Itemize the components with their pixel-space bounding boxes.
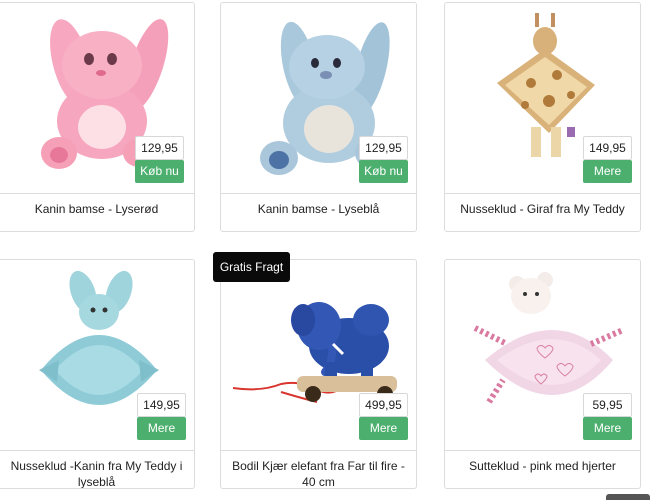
price-tag: 149,95 xyxy=(583,136,632,160)
product-name[interactable]: Nusseklud - Giraf fra My Teddy xyxy=(451,201,634,217)
price-tag: 129,95 xyxy=(359,136,408,160)
product-name[interactable]: Nusseklud -Kanin fra My Teddy i lyseblå xyxy=(5,458,188,488)
product-card[interactable]: 499,95 Mere Bodil Kjær elefant fra Far t… xyxy=(220,259,417,489)
buy-button[interactable]: Køb nu xyxy=(135,160,184,183)
product-name[interactable]: Sutteklud - pink med hjerter xyxy=(451,458,634,474)
product-card[interactable]: 59,95 Mere Sutteklud - pink med hjerter xyxy=(444,259,641,489)
more-button[interactable]: Mere xyxy=(583,417,632,440)
product-card[interactable]: 149,95 Mere Nusseklud -Kanin fra My Tedd… xyxy=(0,259,195,489)
free-shipping-badge: Gratis Fragt xyxy=(213,252,290,282)
buy-button[interactable]: Køb nu xyxy=(359,160,408,183)
product-card[interactable]: 129,95 Køb nu Kanin bamse - Lyserød xyxy=(0,2,195,232)
product-name[interactable]: Kanin bamse - Lyserød xyxy=(5,201,188,217)
more-button[interactable]: Mere xyxy=(137,417,186,440)
price-tag: 129,95 xyxy=(135,136,184,160)
price-tag: 149,95 xyxy=(137,393,186,417)
page-scroll-indicator[interactable] xyxy=(606,494,650,500)
more-button[interactable]: Mere xyxy=(359,417,408,440)
product-name[interactable]: Bodil Kjær elefant fra Far til fire - 40… xyxy=(227,458,410,488)
product-card[interactable]: 149,95 Mere Nusseklud - Giraf fra My Ted… xyxy=(444,2,641,232)
product-card[interactable]: 129,95 Køb nu Kanin bamse - Lyseblå xyxy=(220,2,417,232)
more-button[interactable]: Mere xyxy=(583,160,632,183)
price-tag: 499,95 xyxy=(359,393,408,417)
product-name[interactable]: Kanin bamse - Lyseblå xyxy=(227,201,410,217)
price-tag: 59,95 xyxy=(583,393,632,417)
